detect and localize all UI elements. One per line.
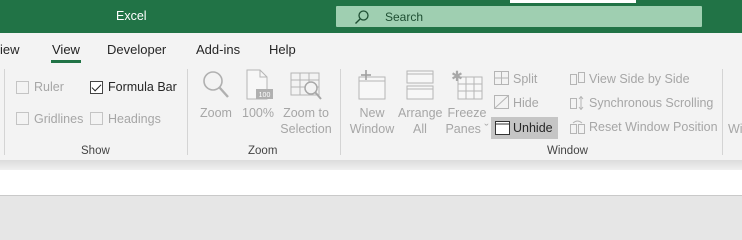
ruler-checkbox[interactable] [16, 81, 29, 94]
group-separator [4, 69, 5, 155]
reset-window-icon [570, 120, 585, 134]
unhide-label: Unhide [513, 121, 553, 135]
arrange-all-line1: Arrange [398, 106, 443, 120]
tab-add-ins[interactable]: Add-ins [196, 42, 240, 57]
formula-bar-checkbox[interactable] [90, 81, 103, 94]
zoom-label: Zoom [200, 106, 232, 120]
arrange-all-icon [406, 70, 434, 100]
svg-text:✱: ✱ [451, 69, 463, 85]
reset-window-position-label: Reset Window Position [589, 120, 718, 134]
view-side-by-side-label: View Side by Side [589, 72, 690, 86]
new-window-line2: Window [349, 122, 395, 136]
new-window-button[interactable]: New Window [346, 69, 398, 149]
ribbon: Ruler Formula Bar Gridlines Headings Sho… [0, 63, 742, 160]
zoom-to-selection-button[interactable]: Zoom to Selection [279, 69, 333, 149]
tab-help[interactable]: Help [269, 42, 296, 57]
search-icon [355, 10, 369, 24]
split-label: Split [513, 72, 538, 86]
group-separator [722, 69, 723, 155]
window-group-label: Window [547, 145, 588, 157]
freeze-panes-icon: ✱ [451, 69, 483, 100]
search-label: Search [385, 10, 424, 24]
formula-bar-label: Formula Bar [108, 80, 177, 94]
new-window-icon [358, 70, 386, 100]
formula-bar-area[interactable] [0, 170, 742, 196]
gridlines-label: Gridlines [34, 112, 84, 126]
title-bar-highlight [510, 0, 636, 3]
zoom-100-icon: 100 [246, 69, 273, 100]
search-box[interactable]: Search [336, 6, 702, 27]
unhide-icon [495, 121, 510, 135]
ruler-label: Ruler [34, 80, 64, 94]
side-by-side-icon [570, 72, 585, 85]
freeze-panes-line2: Panes ˇ [445, 122, 489, 136]
zoom-to-selection-line1: Zoom to [283, 106, 329, 120]
headings-label: Headings [108, 112, 161, 126]
tab-developer[interactable]: Developer [107, 42, 166, 57]
tab-review[interactable]: iew [0, 42, 20, 57]
zoom-to-selection-icon [290, 72, 322, 100]
gridlines-checkbox[interactable] [16, 112, 29, 125]
zoom-100-label: 100% [242, 106, 274, 120]
freeze-panes-line1: Freeze [447, 106, 487, 120]
app-title: Excel [116, 9, 147, 23]
zoom-100-button[interactable]: 100 100% [240, 69, 276, 139]
zoom-group-label: Zoom [248, 145, 278, 157]
split-icon [494, 71, 509, 85]
show-group-label: Show [81, 145, 110, 157]
hide-icon [494, 95, 509, 109]
freeze-panes-button[interactable]: ✱ Freeze Panes ˇ [444, 69, 490, 149]
zoom-to-selection-line2: Selection [280, 122, 332, 136]
arrange-all-line2: All [413, 122, 427, 136]
synchronous-scrolling-label: Synchronous Scrolling [589, 96, 714, 110]
zoom-button[interactable]: Zoom [196, 69, 236, 139]
ribbon-bottom-shadow [0, 160, 742, 170]
sync-scroll-icon [570, 96, 584, 110]
new-window-line1: New [359, 106, 385, 120]
clipped-next-button-label[interactable]: Wi [728, 122, 742, 136]
group-separator [187, 69, 188, 155]
group-separator [340, 69, 341, 155]
ribbon-tabs: iew View Developer Add-ins Help [0, 33, 742, 63]
headings-checkbox[interactable] [90, 112, 103, 125]
hide-label: Hide [513, 96, 539, 110]
magnifier-icon [203, 71, 229, 98]
arrange-all-button[interactable]: Arrange All [398, 69, 442, 149]
title-bar: Excel Search [0, 0, 742, 33]
tab-view[interactable]: View [52, 42, 80, 57]
svg-text:100: 100 [259, 92, 271, 99]
